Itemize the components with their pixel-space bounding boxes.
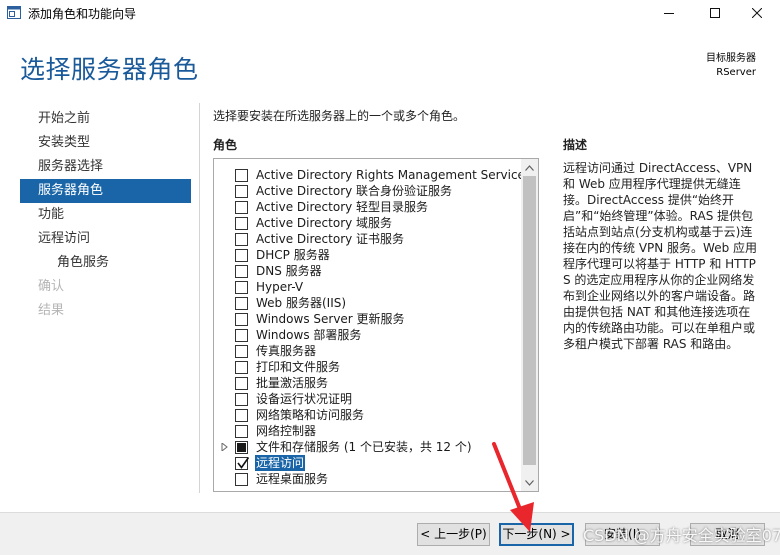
nav-divider	[199, 103, 200, 493]
role-row[interactable]: Windows Server 更新服务	[214, 311, 524, 327]
role-row[interactable]: 网络控制器	[214, 423, 524, 439]
role-checkbox[interactable]	[235, 297, 248, 310]
description-header: 描述	[563, 138, 588, 152]
role-row[interactable]: Active Directory 域服务	[214, 215, 524, 231]
description-text: 远程访问通过 DirectAccess、VPN 和 Web 应用程序代理提供无缝…	[563, 161, 758, 351]
role-checkbox[interactable]	[235, 425, 248, 438]
role-checkbox[interactable]	[235, 441, 248, 454]
target-server-info: 目标服务器 RServer	[706, 52, 756, 80]
target-server-name: RServer	[716, 67, 756, 78]
role-row[interactable]: 批量激活服务	[214, 375, 524, 391]
role-label[interactable]: 批量激活服务	[256, 375, 328, 391]
role-checkbox[interactable]	[235, 281, 248, 294]
server-manager-icon	[7, 6, 21, 19]
role-label[interactable]: Active Directory 轻型目录服务	[256, 199, 428, 215]
role-row[interactable]: 网络策略和访问服务	[214, 407, 524, 423]
role-label[interactable]: Windows Server 更新服务	[256, 311, 405, 327]
page-title: 选择服务器角色	[20, 55, 199, 84]
role-label[interactable]: 远程桌面服务	[256, 471, 328, 487]
role-checkbox[interactable]	[235, 217, 248, 230]
scroll-thumb[interactable]	[523, 176, 536, 465]
chevron-up-icon	[525, 164, 534, 171]
role-row[interactable]: DNS 服务器	[214, 263, 524, 279]
close-icon	[752, 8, 762, 18]
nav-item-features[interactable]: 功能	[20, 203, 191, 227]
nav-item-before-you-begin[interactable]: 开始之前	[20, 107, 191, 131]
role-row[interactable]: 打印和文件服务	[214, 359, 524, 375]
role-label[interactable]: 文件和存储服务 (1 个已安装，共 12 个)	[256, 439, 472, 455]
role-label[interactable]: Hyper-V	[256, 279, 303, 295]
wizard-nav: 开始之前 安装类型 服务器选择 服务器角色 功能 远程访问 角色服务 确认 结果	[20, 107, 191, 323]
role-label[interactable]: Active Directory 证书服务	[256, 231, 404, 247]
role-row[interactable]: 远程访问	[214, 455, 524, 471]
role-label[interactable]: Active Directory Rights Management Servi…	[256, 167, 531, 183]
role-row[interactable]: DHCP 服务器	[214, 247, 524, 263]
close-button[interactable]	[734, 0, 780, 26]
role-checkbox[interactable]	[235, 361, 248, 374]
check-mark-icon	[237, 457, 250, 469]
annotation-arrow-icon	[492, 442, 534, 532]
minimize-icon	[664, 13, 674, 14]
maximize-button[interactable]	[692, 0, 738, 26]
watermark: CSDN @方舟安全实验室07	[583, 526, 780, 545]
window-title: 添加角色和功能向导	[28, 7, 137, 21]
role-label[interactable]: DNS 服务器	[256, 263, 322, 279]
role-checkbox[interactable]	[235, 233, 248, 246]
role-label[interactable]: 传真服务器	[256, 343, 316, 359]
role-row[interactable]: 远程桌面服务	[214, 471, 524, 487]
role-row[interactable]: Web 服务器(IIS)	[214, 295, 524, 311]
role-label[interactable]: 远程访问	[255, 455, 306, 471]
nav-item-results: 结果	[38, 303, 65, 318]
role-label[interactable]: 网络控制器	[256, 423, 316, 439]
instruction-text: 选择要安装在所选服务器上的一个或多个角色。	[213, 109, 466, 123]
nav-item-confirmation: 确认	[38, 279, 65, 294]
role-label[interactable]: 打印和文件服务	[256, 359, 340, 375]
role-row[interactable]: Active Directory 联合身份验证服务	[214, 183, 524, 199]
nav-item-installation-type[interactable]: 安装类型	[20, 131, 191, 155]
nav-item-server-selection[interactable]: 服务器选择	[20, 155, 191, 179]
role-checkbox[interactable]	[235, 201, 248, 214]
minimize-button[interactable]	[646, 0, 692, 26]
role-checkbox[interactable]	[235, 345, 248, 358]
expand-arrow-icon[interactable]	[221, 443, 229, 451]
role-checkbox[interactable]	[235, 473, 248, 486]
role-label[interactable]: 设备运行状况证明	[256, 391, 352, 407]
role-row[interactable]: Windows 部署服务	[214, 327, 524, 343]
role-row[interactable]: Active Directory 轻型目录服务	[214, 199, 524, 215]
role-label[interactable]: Windows 部署服务	[256, 327, 361, 343]
role-checkbox[interactable]	[235, 313, 248, 326]
nav-item-remote-access[interactable]: 远程访问	[20, 227, 191, 251]
role-row[interactable]: Active Directory 证书服务	[214, 231, 524, 247]
target-server-label: 目标服务器	[706, 53, 756, 64]
role-checkbox[interactable]	[235, 169, 248, 182]
role-checkbox[interactable]	[235, 457, 250, 470]
role-label[interactable]: Web 服务器(IIS)	[256, 295, 346, 311]
role-row[interactable]: 文件和存储服务 (1 个已安装，共 12 个)	[214, 439, 524, 455]
role-row[interactable]: Hyper-V	[214, 279, 524, 295]
role-label[interactable]: 网络策略和访问服务	[256, 407, 364, 423]
role-label[interactable]: DHCP 服务器	[256, 247, 330, 263]
nav-item-role-services[interactable]: 角色服务	[20, 251, 191, 275]
role-row[interactable]: 设备运行状况证明	[214, 391, 524, 407]
roles-header: 角色	[213, 138, 238, 152]
role-checkbox[interactable]	[235, 329, 248, 342]
role-checkbox[interactable]	[235, 249, 248, 262]
role-label[interactable]: Active Directory 联合身份验证服务	[256, 183, 452, 199]
role-row[interactable]: Active Directory Rights Management Servi…	[214, 167, 531, 183]
nav-item-server-roles[interactable]: 服务器角色	[20, 179, 191, 203]
maximize-icon	[710, 8, 720, 18]
role-checkbox[interactable]	[235, 409, 248, 422]
role-checkbox[interactable]	[235, 393, 248, 406]
title-bar: 添加角色和功能向导	[0, 0, 780, 26]
role-checkbox[interactable]	[235, 185, 248, 198]
role-checkbox[interactable]	[235, 377, 248, 390]
scroll-up-button[interactable]	[521, 159, 538, 176]
role-label[interactable]: Active Directory 域服务	[256, 215, 392, 231]
role-checkbox[interactable]	[235, 265, 248, 278]
role-row[interactable]: 传真服务器	[214, 343, 524, 359]
previous-button[interactable]: < 上一步(P)	[417, 523, 490, 546]
